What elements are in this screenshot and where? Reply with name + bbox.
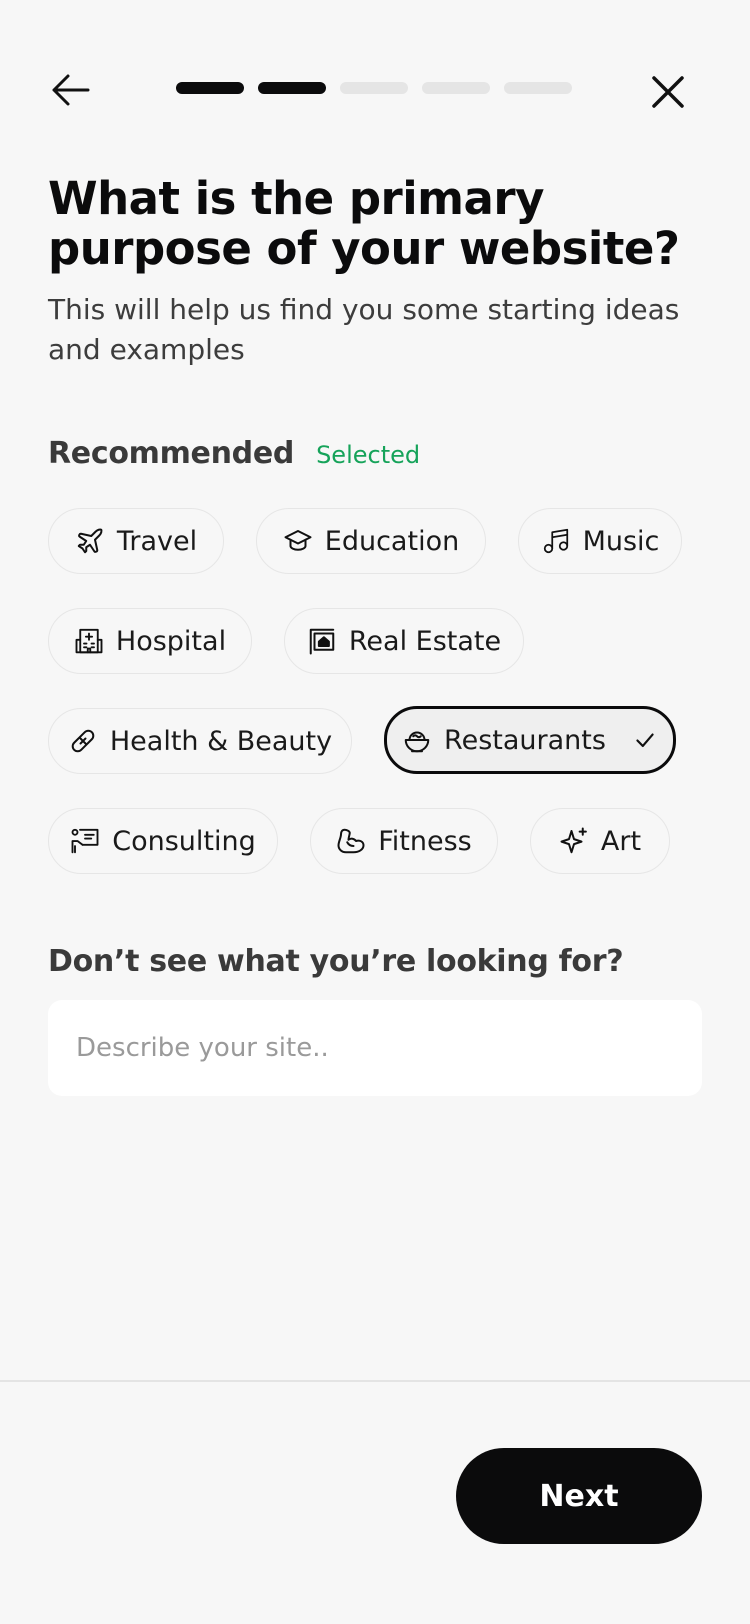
custom-purpose-label: Don’t see what you’re looking for?	[48, 944, 624, 979]
category-chip-fitness[interactable]: Fitness	[310, 808, 498, 874]
progress-indicator	[176, 82, 572, 94]
checkmark-icon	[636, 733, 654, 748]
progress-step-5	[504, 82, 572, 94]
close-icon	[652, 76, 684, 108]
sparkle-icon	[560, 827, 587, 854]
arrow-left-icon	[52, 74, 90, 106]
progress-step-3	[340, 82, 408, 94]
flexed-arm-icon	[337, 828, 365, 854]
category-label: Health & Beauty	[109, 725, 333, 757]
page-subtitle: This will help us find you some starting…	[48, 293, 680, 366]
category-chip-consulting[interactable]: Consulting	[48, 808, 278, 874]
hospital-icon	[75, 628, 103, 654]
category-chip-hospital[interactable]: Hospital	[48, 608, 252, 674]
presentation-icon	[71, 828, 99, 854]
category-label: Hospital	[115, 625, 227, 657]
category-label: Fitness	[378, 825, 472, 857]
category-label: Music	[582, 525, 660, 557]
progress-step-4	[422, 82, 490, 94]
category-label: Consulting	[112, 825, 256, 857]
category-label: Restaurants	[444, 724, 606, 756]
music-note-icon	[543, 528, 568, 554]
category-chip-restaurants[interactable]: Restaurants	[384, 706, 676, 774]
category-chip-health-beauty[interactable]: Health & Beauty	[48, 708, 352, 774]
category-label: Real Estate	[348, 625, 502, 657]
recommended-title: Recommended	[48, 436, 295, 471]
category-chip-education[interactable]: Education	[256, 508, 486, 574]
describe-site-input[interactable]	[48, 1000, 702, 1096]
category-chip-art[interactable]: Art	[530, 808, 670, 874]
close-button[interactable]	[646, 70, 690, 114]
top-bar	[0, 60, 750, 120]
back-button[interactable]	[48, 70, 96, 110]
category-label: Education	[324, 525, 460, 557]
category-label: Art	[600, 825, 642, 857]
category-chip-music[interactable]: Music	[518, 508, 682, 574]
footer-divider	[0, 1380, 750, 1382]
bandage-icon	[71, 729, 95, 753]
next-button[interactable]: Next	[456, 1448, 702, 1544]
progress-step-1	[176, 82, 244, 94]
recommended-header: Recommended Selected	[48, 436, 420, 471]
progress-step-2	[258, 82, 326, 94]
category-chip-real-estate[interactable]: Real Estate	[284, 608, 524, 674]
page-title: What is the primary purpose of your webs…	[48, 172, 680, 275]
selected-label: Selected	[316, 441, 421, 469]
food-bowl-icon	[404, 731, 430, 753]
category-chip-travel[interactable]: Travel	[48, 508, 224, 574]
category-label: Travel	[116, 525, 198, 557]
house-sign-icon	[309, 628, 335, 655]
graduation-cap-icon	[284, 530, 312, 551]
airplane-icon	[77, 528, 103, 554]
